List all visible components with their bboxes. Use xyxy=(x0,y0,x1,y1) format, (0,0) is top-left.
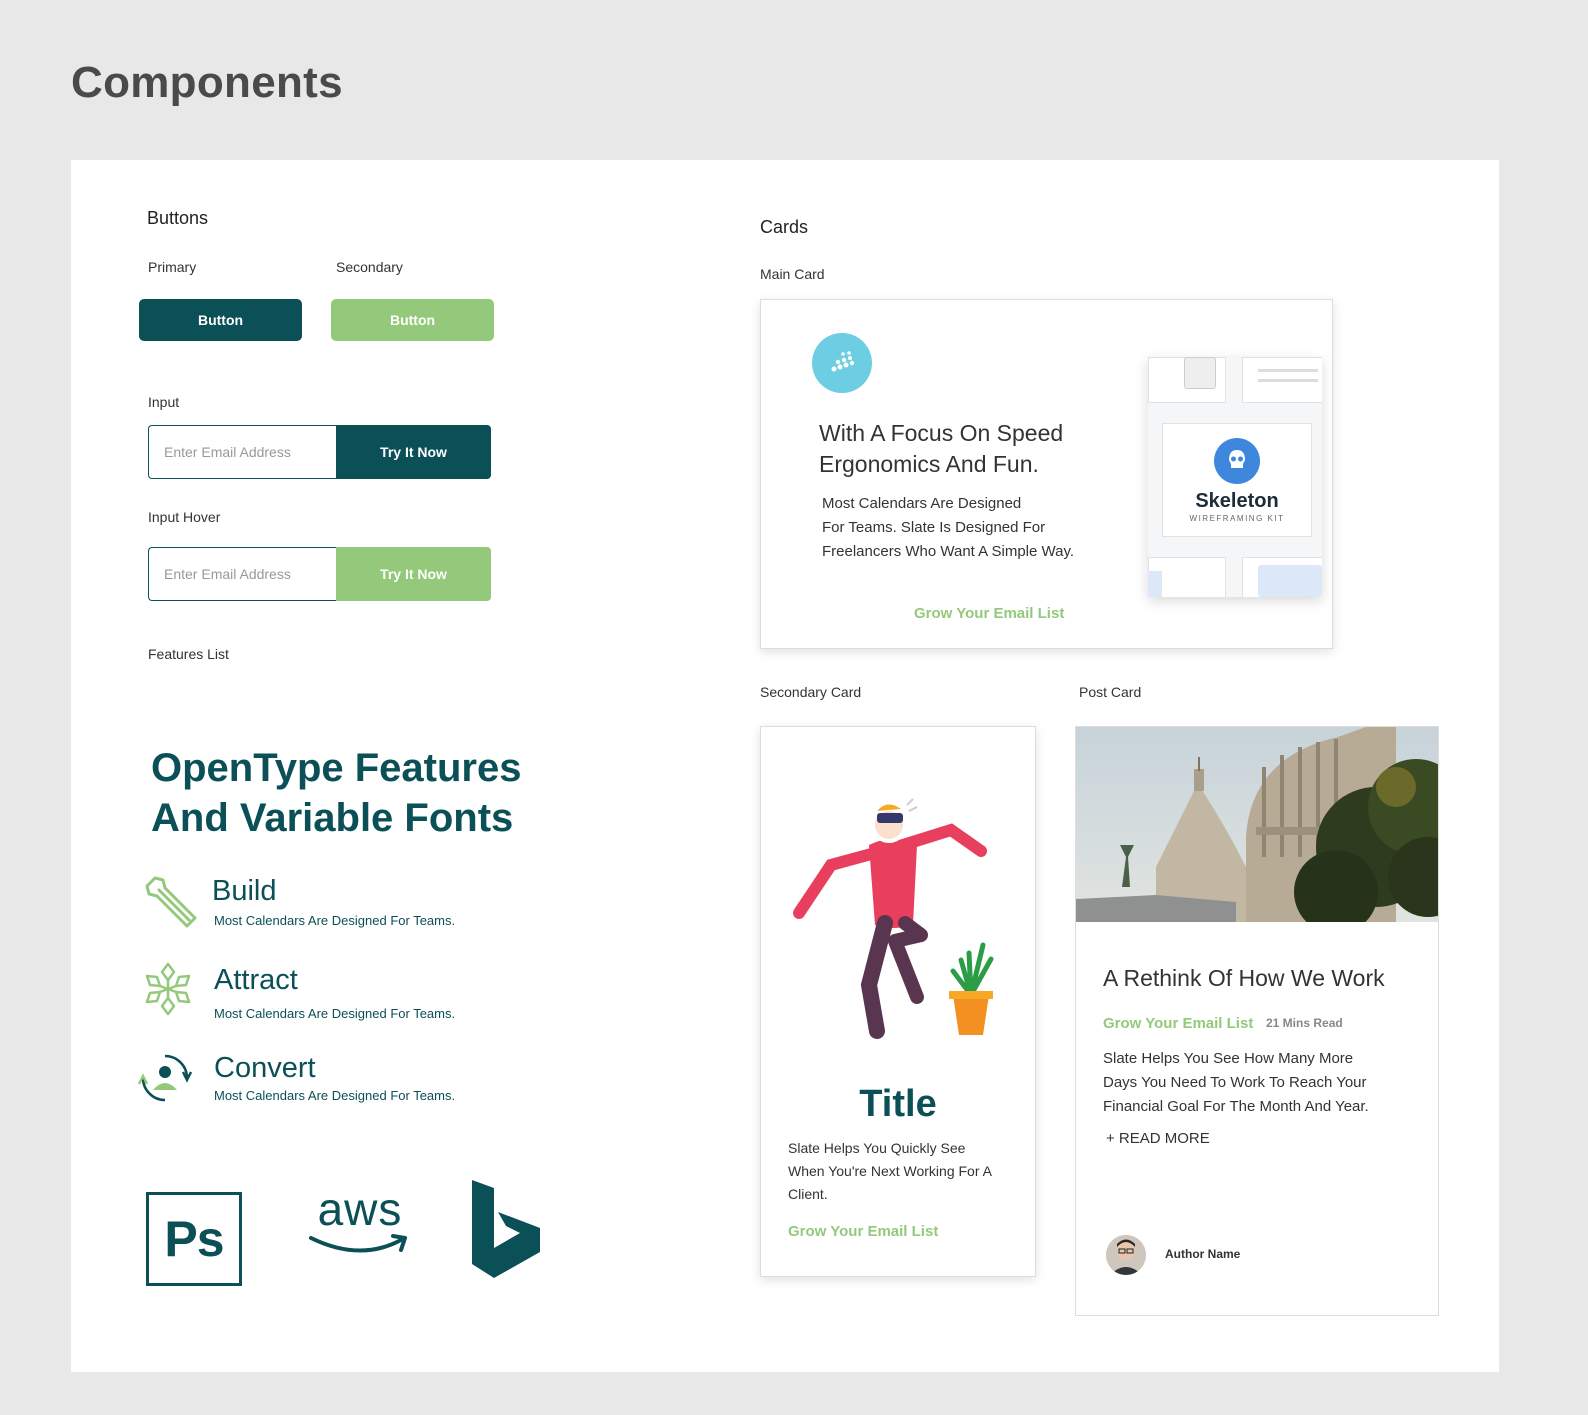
post-card-body: Slate Helps You See How Many More Days Y… xyxy=(1103,1047,1369,1119)
page-title: Components xyxy=(71,58,343,107)
snowflake-icon xyxy=(143,962,193,1016)
post-card: A Rethink Of How We Work Grow Your Email… xyxy=(1075,726,1439,1316)
post-card-label: Post Card xyxy=(1079,684,1142,700)
buttons-heading: Buttons xyxy=(147,208,209,228)
secondary-card-title: Title xyxy=(859,1083,937,1125)
aws-logo-text: aws xyxy=(317,1183,403,1235)
bing-logo xyxy=(470,1178,542,1278)
secondary-card-label: Secondary Card xyxy=(760,684,862,700)
main-card-body-line3: Freelancers Who Want A Simple Way. xyxy=(822,543,1075,560)
main-card: With A Focus On Speed Ergonomics And Fun… xyxy=(760,299,1333,649)
post-card-title: A Rethink Of How We Work xyxy=(1103,965,1385,991)
secondary-card: Title Slate Helps You Quickly See When Y… xyxy=(760,726,1036,1277)
cards-heading: Cards xyxy=(760,217,809,237)
secondary-card-body: Slate Helps You Quickly See When You're … xyxy=(788,1137,992,1206)
post-card-body-line1: Slate Helps You See How Many More xyxy=(1103,1050,1354,1067)
photoshop-logo-text: Ps xyxy=(164,1211,224,1267)
email-input-group-hover: Try It Now xyxy=(148,547,491,601)
skull-icon xyxy=(1214,438,1260,484)
photoshop-logo: Ps xyxy=(146,1192,242,1286)
feature-desc-convert: Most Calendars Are Designed For Teams. xyxy=(214,1088,456,1103)
secondary-card-body-line2: When You're Next Working For A xyxy=(788,1163,992,1179)
secondary-card-body-line3: Client. xyxy=(788,1186,828,1202)
aws-logo: aws xyxy=(305,1182,415,1282)
skeleton-preview-image: Skeleton WIREFRAMING KIT xyxy=(1148,357,1322,597)
primary-button[interactable]: Button xyxy=(139,299,302,341)
author-name: Author Name xyxy=(1165,1247,1241,1261)
vr-person-illustration xyxy=(791,785,1001,1045)
try-it-now-button[interactable]: Try It Now xyxy=(336,425,491,479)
main-card-body: Most Calendars Are Designed For Teams. S… xyxy=(822,492,1074,564)
try-it-now-button-hover[interactable]: Try It Now xyxy=(336,547,491,601)
features-title: OpenType Features And Variable Fonts xyxy=(151,743,521,843)
input-hover-label: Input Hover xyxy=(148,509,221,525)
features-list-label: Features List xyxy=(148,646,229,662)
post-card-link[interactable]: Grow Your Email List xyxy=(1103,1015,1253,1032)
feature-title-build: Build xyxy=(212,875,277,907)
secondary-card-body-line1: Slate Helps You Quickly See xyxy=(788,1140,966,1156)
read-more-link[interactable]: + READ MORE xyxy=(1106,1130,1210,1147)
skeleton-brand-sub: WIREFRAMING KIT xyxy=(1189,514,1285,523)
author-avatar xyxy=(1106,1235,1146,1275)
main-card-body-line1: Most Calendars Are Designed xyxy=(822,495,1022,512)
main-card-title-line2: Ergonomics And Fun. xyxy=(819,451,1039,477)
features-title-line2: And Variable Fonts xyxy=(151,796,514,840)
main-card-logo-icon xyxy=(812,333,872,393)
email-input[interactable] xyxy=(148,425,336,479)
person-cycle-icon xyxy=(135,1048,195,1108)
post-card-body-line2: Days You Need To Work To Reach Your xyxy=(1103,1074,1367,1091)
feature-desc-build: Most Calendars Are Designed For Teams. xyxy=(214,913,456,928)
wrench-icon xyxy=(143,874,199,930)
main-card-title: With A Focus On Speed Ergonomics And Fun… xyxy=(819,418,1063,480)
post-card-image xyxy=(1076,727,1438,922)
main-card-label: Main Card xyxy=(760,266,825,282)
features-title-line1: OpenType Features xyxy=(151,746,522,790)
input-label: Input xyxy=(148,394,180,410)
main-card-title-line1: With A Focus On Speed xyxy=(819,420,1064,446)
secondary-label: Secondary xyxy=(336,259,403,275)
skeleton-brand: Skeleton xyxy=(1195,490,1279,512)
secondary-card-link[interactable]: Grow Your Email List xyxy=(788,1223,938,1240)
post-card-read-time: 21 Mins Read xyxy=(1266,1016,1343,1030)
post-card-body-line3: Financial Goal For The Month And Year. xyxy=(1103,1098,1369,1115)
feature-title-attract: Attract xyxy=(214,964,298,996)
secondary-button[interactable]: Button xyxy=(331,299,494,341)
main-card-link[interactable]: Grow Your Email List xyxy=(914,605,1064,622)
email-input-hover[interactable] xyxy=(148,547,336,601)
components-panel: Buttons Primary Secondary Button Button … xyxy=(71,160,1499,1372)
feature-title-convert: Convert xyxy=(214,1052,316,1084)
main-card-body-line2: For Teams. Slate Is Designed For xyxy=(822,519,1046,536)
email-input-group: Try It Now xyxy=(148,425,491,479)
feature-desc-attract: Most Calendars Are Designed For Teams. xyxy=(214,1006,456,1021)
primary-label: Primary xyxy=(148,259,197,275)
